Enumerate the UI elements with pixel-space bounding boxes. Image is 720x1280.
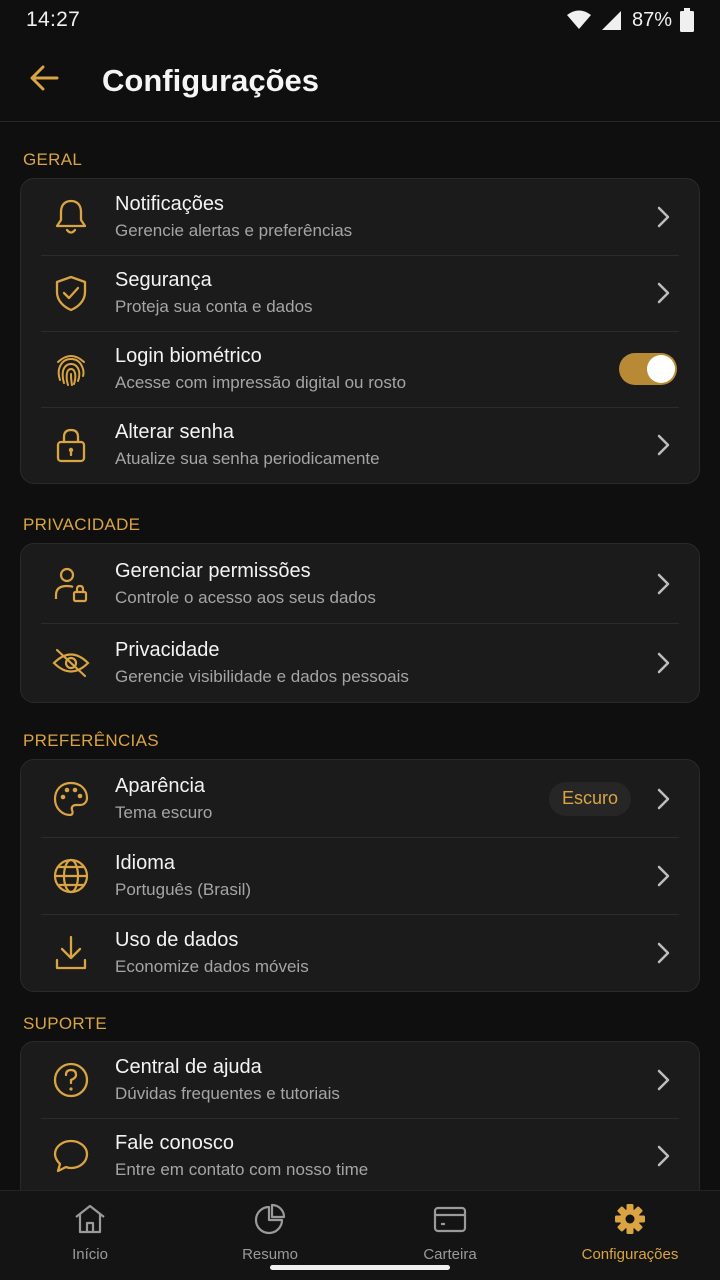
card-suporte: Central de ajuda Dúvidas frequentes e tu… — [20, 1041, 700, 1193]
arrow-left-icon — [29, 65, 59, 96]
fingerprint-icon — [51, 349, 91, 389]
row-subtitle: Gerencie alertas e preferências — [115, 221, 353, 240]
settings-row-alterar-senha[interactable]: Alterar senha Atualize sua senha periodi… — [21, 407, 699, 483]
wallet-icon — [433, 1203, 467, 1240]
settings-row-aparencia[interactable]: Aparência Tema escuro Escuro — [21, 760, 699, 837]
row-title: Central de ajuda — [115, 1056, 262, 1078]
row-subtitle: Tema escuro — [115, 802, 213, 822]
row-title: Fale conosco — [115, 1132, 234, 1154]
settings-row-central-de-ajuda[interactable]: Central de ajuda Dúvidas frequentes e tu… — [21, 1042, 699, 1118]
row-subtitle: Atualize sua senha periodicamente — [115, 449, 380, 468]
wifi-icon — [566, 9, 592, 31]
chevron-right-icon — [657, 788, 670, 809]
battery-icon — [680, 8, 694, 32]
help-circle-icon — [51, 1060, 91, 1100]
toggle-knob — [647, 355, 675, 383]
row-title: Privacidade — [115, 638, 220, 661]
chevron-right-icon — [657, 434, 670, 456]
row-title: Login biométrico — [115, 345, 262, 367]
nav-label: Configurações — [581, 1246, 679, 1263]
status-time: 14:27 — [26, 8, 81, 31]
section-label-suporte: SUPORTE — [23, 1014, 107, 1033]
row-subtitle: Gerencie visibilidade e dados pessoais — [115, 666, 409, 686]
settings-row-fale-conosco[interactable]: Fale conosco Entre em contato com nosso … — [21, 1118, 699, 1192]
eye-off-icon — [51, 643, 91, 683]
home-indicator — [270, 1265, 450, 1270]
theme-badge: Escuro — [548, 781, 631, 816]
nav-item-configuracoes[interactable]: Configurações — [540, 1191, 720, 1280]
settings-row-seguranca[interactable]: Segurança Proteja sua conta e dados — [21, 255, 699, 331]
bell-icon — [51, 197, 91, 237]
chevron-right-icon — [657, 206, 670, 228]
settings-row-login-biometrico[interactable]: Login biométrico Acesse com impressão di… — [21, 331, 699, 407]
settings-row-uso-de-dados[interactable]: Uso de dados Economize dados móveis — [21, 914, 699, 991]
row-subtitle: Proteja sua conta e dados — [115, 297, 313, 316]
settings-row-idioma[interactable]: Idioma Português (Brasil) — [21, 837, 699, 914]
gear-icon — [613, 1203, 647, 1240]
status-icons: 87% — [566, 8, 694, 32]
app-bar: Configurações — [0, 40, 720, 122]
card-geral: Notificações Gerencie alertas e preferên… — [20, 178, 700, 484]
row-title: Aparência — [115, 774, 206, 797]
back-button[interactable] — [0, 40, 88, 122]
row-subtitle: Acesse com impressão digital ou rosto — [115, 373, 407, 392]
row-title: Idioma — [115, 851, 176, 874]
chevron-right-icon — [657, 865, 670, 886]
chevron-right-icon — [657, 942, 670, 963]
row-subtitle: Controle o acesso aos seus dados — [115, 587, 376, 607]
chevron-right-icon — [657, 282, 670, 304]
nav-label: Resumo — [242, 1246, 298, 1263]
biometric-toggle[interactable] — [619, 353, 677, 385]
card-preferencias: Aparência Tema escuro Escuro Idioma Port… — [20, 759, 700, 992]
settings-row-gerenciar-permissoes[interactable]: Gerenciar permissões Controle o acesso a… — [21, 544, 699, 623]
battery-percent: 87% — [631, 8, 672, 31]
section-label-preferencias: PREFERÊNCIAS — [23, 731, 159, 750]
settings-row-notificacoes[interactable]: Notificações Gerencie alertas e preferên… — [21, 179, 699, 255]
page-title: Configurações — [102, 62, 320, 98]
nav-label: Início — [72, 1246, 108, 1263]
nav-label: Carteira — [423, 1246, 477, 1263]
section-label-privacidade: PRIVACIDADE — [23, 515, 141, 534]
row-title: Gerenciar permissões — [115, 559, 311, 582]
palette-icon — [51, 779, 91, 819]
chevron-right-icon — [657, 652, 670, 673]
row-subtitle: Economize dados móveis — [115, 956, 309, 976]
pie-chart-icon — [253, 1203, 287, 1240]
nav-item-inicio[interactable]: Início — [0, 1191, 180, 1280]
lock-icon — [51, 425, 91, 465]
row-title: Uso de dados — [115, 928, 239, 951]
status-bar: 14:27 87% — [0, 0, 720, 40]
row-title: Segurança — [115, 269, 212, 291]
user-lock-icon — [51, 564, 91, 604]
download-icon — [51, 933, 91, 973]
settings-row-privacidade[interactable]: Privacidade Gerencie visibilidade e dado… — [21, 623, 699, 702]
card-privacidade: Gerenciar permissões Controle o acesso a… — [20, 543, 700, 703]
globe-icon — [51, 856, 91, 896]
home-icon — [73, 1203, 107, 1240]
row-title: Alterar senha — [115, 421, 234, 443]
row-subtitle: Dúvidas frequentes e tutoriais — [115, 1084, 340, 1103]
shield-check-icon — [51, 273, 91, 313]
chevron-right-icon — [657, 1069, 670, 1091]
row-title: Notificações — [115, 193, 224, 215]
chevron-right-icon — [657, 573, 670, 594]
row-subtitle: Entre em contato com nosso time — [115, 1160, 369, 1179]
section-label-geral: GERAL — [23, 150, 83, 169]
row-subtitle: Português (Brasil) — [115, 879, 252, 899]
chat-bubble-icon — [51, 1136, 91, 1176]
chevron-right-icon — [657, 1145, 670, 1167]
cellular-signal-icon — [600, 9, 622, 31]
